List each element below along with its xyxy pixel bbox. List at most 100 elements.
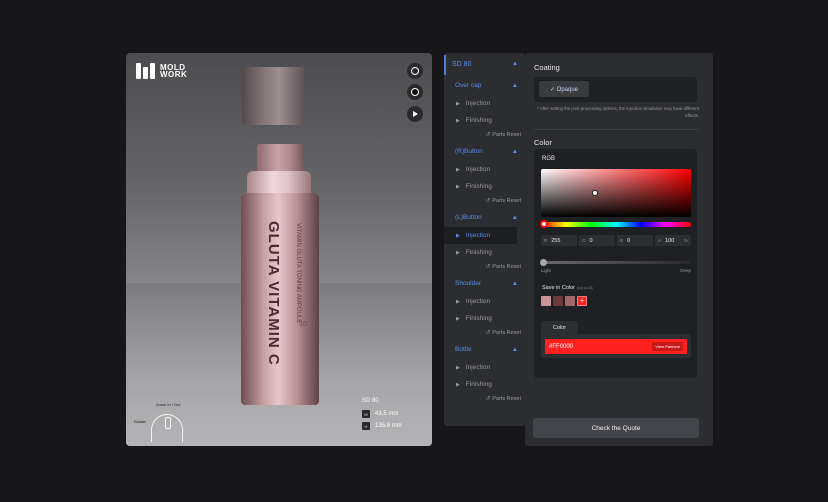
blue-field[interactable]: B0 xyxy=(617,235,653,246)
chevron-right-icon: ▶ xyxy=(456,117,460,124)
saturation-value-area[interactable] xyxy=(541,169,691,217)
part-header-l-button[interactable]: (L)Button ▲ xyxy=(444,207,525,227)
height-value: 135.8 mm xyxy=(375,423,402,429)
color-tab[interactable]: Color xyxy=(541,321,578,334)
part-group-over-cap: Over cap ▲ ▶ Injection ▶ Finishing ↺ Parts R… xyxy=(444,75,525,141)
play-icon[interactable] xyxy=(407,106,423,122)
mouse-icon xyxy=(151,414,183,442)
parts-model-title: SD 80 xyxy=(452,60,472,68)
coating-options: ✓ Opaque xyxy=(534,77,697,102)
over-cap-model[interactable] xyxy=(242,67,304,125)
part-option-injection[interactable]: ▶ Injection xyxy=(444,95,525,112)
chevron-right-icon: ▶ xyxy=(456,364,460,371)
bottle-print-small: VITAMIN GLUTA TONING AMPOULE xyxy=(295,223,301,324)
shoulder-model[interactable] xyxy=(247,171,311,195)
chevron-up-icon: ▲ xyxy=(511,147,518,155)
chevron-up-icon: ▲ xyxy=(512,61,518,67)
part-group-l-button: (L)Button ▲ ▶ Injection ▶ Finishing ↺ Parts … xyxy=(444,207,525,273)
green-field[interactable]: G0 xyxy=(579,235,615,246)
reset-icon: ↺ xyxy=(485,132,491,138)
part-option-injection[interactable]: ▶ Injection xyxy=(444,227,517,244)
bottle-print-number: 10 xyxy=(299,321,307,328)
color-swatch[interactable] xyxy=(541,296,551,306)
parts-model-header[interactable]: SD 80 ▲ xyxy=(444,53,525,75)
save-color-label: Save in Color (Up to 10) xyxy=(542,285,593,291)
label-icon[interactable] xyxy=(407,63,423,79)
depth-knob[interactable] xyxy=(540,259,547,266)
hue-knob[interactable] xyxy=(540,220,548,228)
saved-swatches: + xyxy=(541,296,587,306)
part-group-bottle: Bottle ▲ ▶ Injection ▶ Finishing ↺ Parts Res… xyxy=(444,339,525,405)
bottle-model[interactable]: GLUTA VITAMIN C VITAMIN GLUTA TONING AMP… xyxy=(241,193,319,405)
hex-value-bar[interactable]: #FF0000 View Pantone xyxy=(545,339,687,354)
chevron-right-icon: ▶ xyxy=(456,232,460,239)
parts-reset-button[interactable]: ↺ Parts Reset xyxy=(444,261,525,273)
reset-icon: ↺ xyxy=(485,264,491,270)
chevron-up-icon: ▲ xyxy=(511,279,518,287)
depth-labels: Light Deep xyxy=(541,268,691,273)
part-option-injection[interactable]: ▶ Injection xyxy=(444,293,525,310)
add-swatch-button[interactable]: + xyxy=(577,296,587,306)
part-option-finishing[interactable]: ▶ Finishing xyxy=(444,112,525,129)
part-header-over-cap[interactable]: Over cap ▲ xyxy=(444,75,525,95)
parts-reset-button[interactable]: ↺ Parts Reset xyxy=(444,393,525,405)
hue-slider[interactable] xyxy=(540,220,691,228)
logo-line-2: WORK xyxy=(160,70,188,79)
chevron-right-icon: ▶ xyxy=(456,100,460,107)
hex-value: #FF0000 xyxy=(549,343,574,350)
part-option-injection[interactable]: ▶ Injection xyxy=(444,359,525,376)
coating-note: * After setting the post-processing opti… xyxy=(537,106,699,118)
height-key: H xyxy=(362,422,370,430)
selected-color-card: #FF0000 View Pantone xyxy=(541,334,691,358)
part-header-shoulder[interactable]: Shoulder ▲ xyxy=(444,273,525,293)
color-mode-label: RGB xyxy=(542,156,556,162)
rotate-label: Rotate xyxy=(134,419,146,424)
color-swatch[interactable] xyxy=(565,296,575,306)
logo-mark-icon xyxy=(136,63,156,79)
color-swatch[interactable] xyxy=(553,296,563,306)
part-header-r-button[interactable]: (R)Button ▲ xyxy=(444,141,525,161)
chevron-right-icon: ▶ xyxy=(456,315,460,322)
zoom-rotate-control[interactable]: Zoom In / Out Rotate xyxy=(134,402,194,442)
part-option-finishing[interactable]: ▶ Finishing xyxy=(444,244,525,261)
part-option-finishing[interactable]: ▶ Finishing xyxy=(444,310,525,327)
coating-title: Coating xyxy=(534,63,560,72)
chevron-up-icon: ▲ xyxy=(511,345,518,353)
view-pantone-button[interactable]: View Pantone xyxy=(652,342,683,351)
opaque-option-button[interactable]: ✓ Opaque xyxy=(539,81,589,97)
reset-icon: ↺ xyxy=(485,198,491,204)
saturation-knob[interactable] xyxy=(592,190,598,196)
alpha-field[interactable]: A 100% xyxy=(655,235,691,246)
width-key: W xyxy=(362,410,370,418)
part-option-finishing[interactable]: ▶ Finishing xyxy=(444,376,525,393)
product-viewer[interactable]: MOLD WORK GLUTA VITAMIN C VITAMIN GLUTA … xyxy=(126,53,432,446)
part-group-r-button: (R)Button ▲ ▶ Injection ▶ Finishing ↺ Parts … xyxy=(444,141,525,207)
check-quote-button[interactable]: Check the Quote xyxy=(533,418,699,438)
options-panel: Coating ✓ Opaque * After setting the pos… xyxy=(525,53,713,446)
parts-reset-button[interactable]: ↺ Parts Reset xyxy=(444,327,525,339)
deep-label: Deep xyxy=(680,268,691,273)
brand-logo: MOLD WORK xyxy=(136,63,187,79)
chevron-right-icon: ▶ xyxy=(456,166,460,173)
dimensions-panel: SD 80 W 43.5 mm H 135.8 mm xyxy=(362,398,422,434)
depth-slider[interactable] xyxy=(540,259,691,266)
light-label: Light xyxy=(541,268,551,273)
parts-reset-button[interactable]: ↺ Parts Reset xyxy=(444,129,525,141)
chevron-right-icon: ▶ xyxy=(456,249,460,256)
reset-icon: ↺ xyxy=(485,330,491,336)
part-header-bottle[interactable]: Bottle ▲ xyxy=(444,339,525,359)
chevron-up-icon: ▲ xyxy=(511,213,518,221)
color-dot-icon[interactable] xyxy=(407,84,423,100)
red-field[interactable]: R 255 xyxy=(541,235,577,246)
reset-icon: ↺ xyxy=(485,396,491,402)
bottle-print-title: GLUTA VITAMIN C xyxy=(265,221,282,366)
part-option-finishing[interactable]: ▶ Finishing xyxy=(444,178,525,195)
chevron-right-icon: ▶ xyxy=(456,183,460,190)
part-group-shoulder: Shoulder ▲ ▶ Injection ▶ Finishing ↺ Parts R… xyxy=(444,273,525,339)
parts-reset-button[interactable]: ↺ Parts Reset xyxy=(444,195,525,207)
color-picker: RGB R 255 G0 B0 A 100% Light Deep Save in … xyxy=(534,149,697,378)
part-option-injection[interactable]: ▶ Injection xyxy=(444,161,525,178)
chevron-right-icon: ▶ xyxy=(456,381,460,388)
width-value: 43.5 mm xyxy=(375,411,399,417)
active-indicator xyxy=(444,55,446,75)
